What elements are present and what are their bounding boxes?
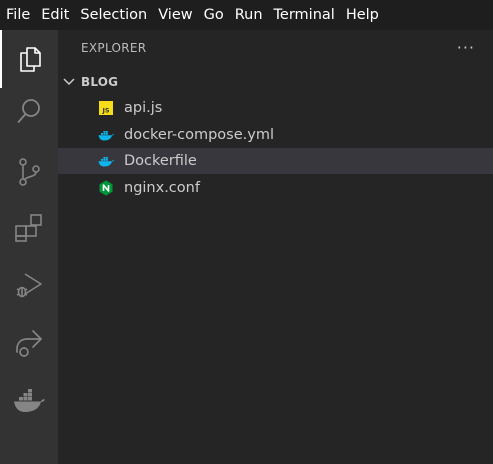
menu-edit[interactable]: Edit [36, 0, 75, 30]
run-debug-activity-button[interactable] [0, 256, 58, 314]
run-debug-icon [16, 273, 42, 298]
file-name: docker-compose.yml [124, 127, 274, 143]
menu-bar: File Edit Selection View Go Run Terminal… [0, 0, 493, 30]
extensions-icon [15, 214, 42, 242]
extensions-activity-button[interactable] [0, 199, 58, 257]
menu-run[interactable]: Run [229, 0, 268, 30]
javascript-icon: JS [99, 101, 113, 115]
file-item-api-js[interactable]: JS api.js [58, 95, 493, 121]
file-name: Dockerfile [124, 153, 197, 169]
remote-explorer-icon [16, 330, 42, 357]
search-activity-button[interactable] [0, 82, 58, 140]
docker-icon [98, 131, 114, 141]
file-name: nginx.conf [124, 180, 200, 196]
explorer-sidebar: EXPLORER ··· BLOG JS api.js docker-compo… [58, 30, 493, 464]
menu-file[interactable]: File [0, 0, 36, 30]
chevron-down-icon [63, 78, 75, 86]
menu-view[interactable]: View [153, 0, 198, 30]
files-icon [20, 47, 41, 72]
svg-text:JS: JS [101, 107, 109, 115]
docker-icon [98, 157, 114, 167]
more-actions-icon[interactable]: ··· [457, 40, 475, 56]
explorer-activity-button[interactable] [0, 30, 58, 88]
folder-name: BLOG [81, 75, 119, 89]
file-item-dockerfile[interactable]: Dockerfile [58, 148, 493, 174]
explorer-title: EXPLORER [81, 41, 147, 55]
source-control-activity-button[interactable] [0, 143, 58, 201]
menu-selection[interactable]: Selection [75, 0, 153, 30]
file-name: api.js [124, 100, 163, 116]
activity-bar [0, 30, 58, 464]
docker-icon [14, 389, 45, 412]
folder-row-blog[interactable]: BLOG [58, 70, 493, 94]
file-item-docker-compose[interactable]: docker-compose.yml [58, 122, 493, 148]
nginx-icon [99, 180, 113, 196]
menu-help[interactable]: Help [340, 0, 384, 30]
source-control-icon [19, 158, 40, 186]
docker-activity-button[interactable] [0, 372, 58, 430]
file-item-nginx-conf[interactable]: nginx.conf [58, 175, 493, 201]
menu-go[interactable]: Go [198, 0, 229, 30]
explorer-header: EXPLORER ··· [58, 30, 493, 66]
search-icon [17, 99, 40, 123]
menu-terminal[interactable]: Terminal [268, 0, 340, 30]
remote-activity-button[interactable] [0, 314, 58, 372]
